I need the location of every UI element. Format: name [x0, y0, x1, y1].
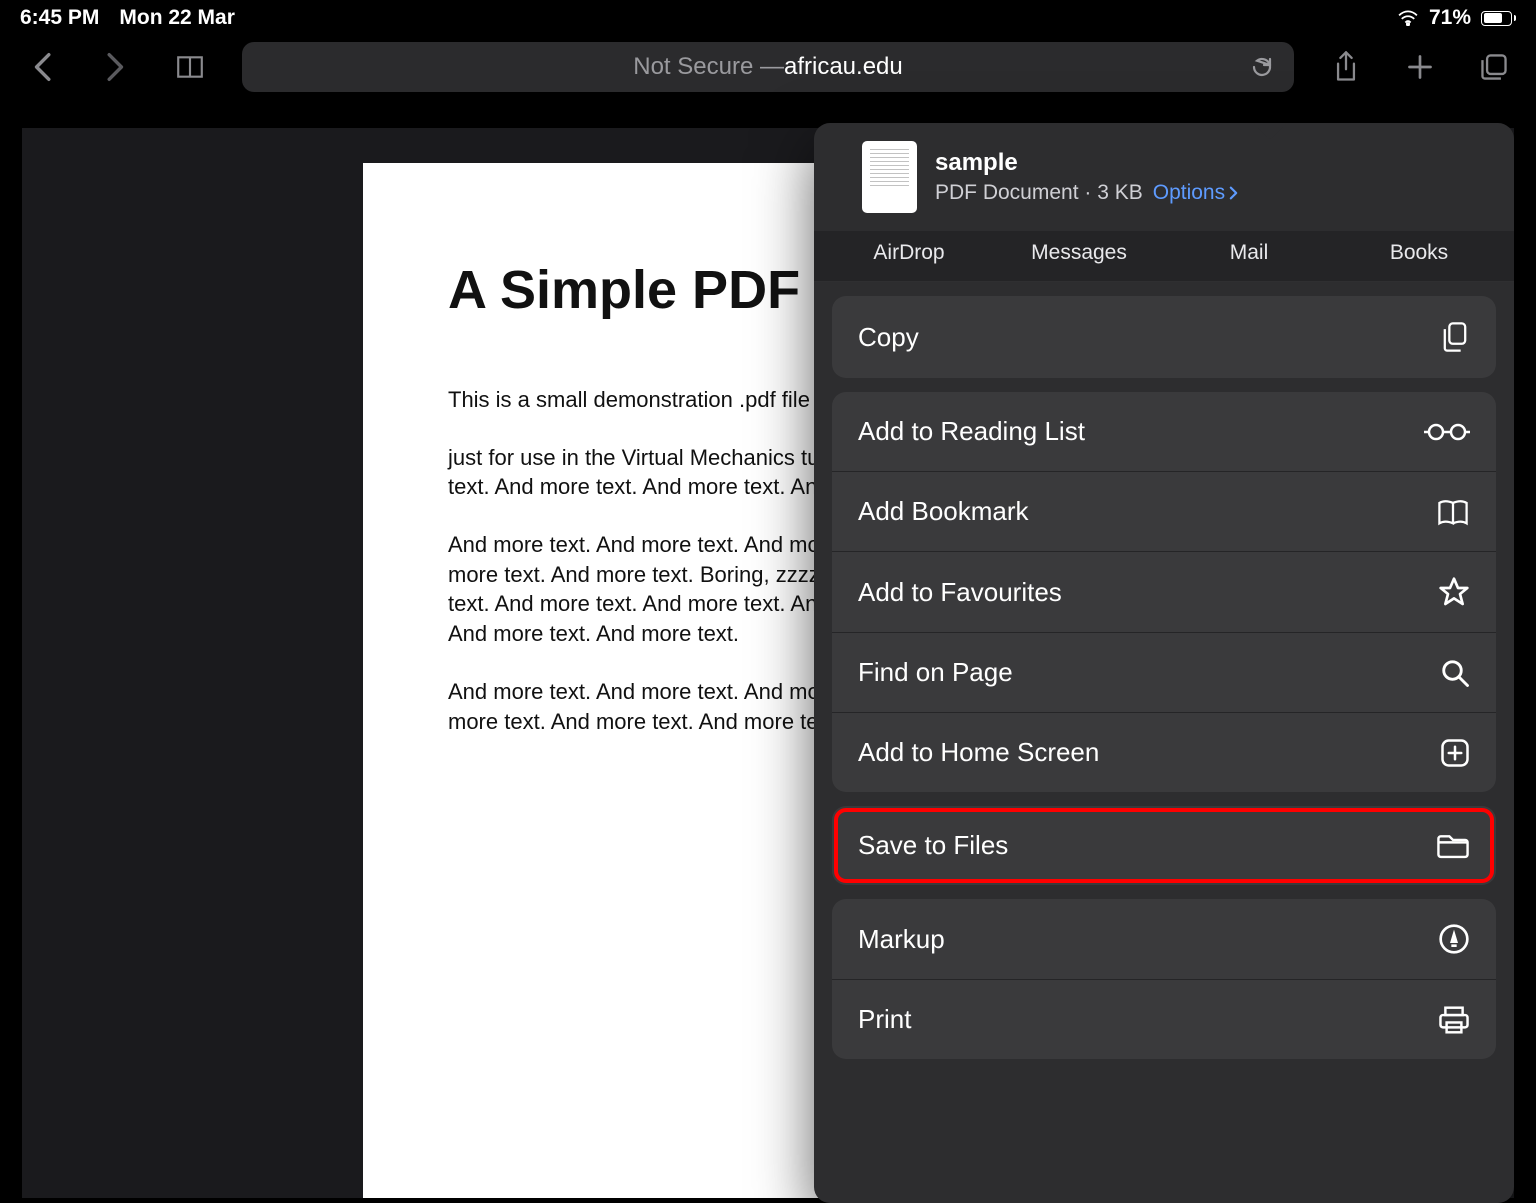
share-sheet: sample PDF Document · 3 KB Options AirDr… — [814, 123, 1514, 1203]
action-print[interactable]: Print — [832, 980, 1496, 1059]
status-time: 6:45 PM — [20, 6, 99, 30]
address-insecure: Not Secure — — [633, 53, 784, 81]
address-bar[interactable]: Not Secure — africau.edu — [242, 42, 1294, 92]
share-target-mail[interactable]: Mail — [1164, 241, 1334, 265]
status-date: Mon 22 Mar — [119, 6, 235, 30]
printer-icon — [1438, 1005, 1470, 1035]
file-thumbnail — [862, 141, 917, 213]
star-icon — [1438, 576, 1470, 608]
action-reading-list[interactable]: Add to Reading List — [832, 392, 1496, 472]
share-targets-row: AirDrop Messages Mail Books — [814, 231, 1514, 282]
back-button[interactable] — [20, 45, 64, 89]
share-options-button[interactable]: Options — [1153, 181, 1238, 205]
tabs-button[interactable] — [1472, 45, 1516, 89]
search-icon — [1440, 658, 1470, 688]
share-target-messages[interactable]: Messages — [994, 241, 1164, 265]
book-icon — [1436, 498, 1470, 526]
copy-icon — [1440, 320, 1470, 354]
wifi-icon — [1397, 10, 1419, 26]
forward-button[interactable] — [94, 45, 138, 89]
share-button[interactable] — [1324, 45, 1368, 89]
reload-icon[interactable] — [1250, 55, 1274, 79]
battery-icon — [1481, 11, 1516, 26]
action-add-bookmark[interactable]: Add Bookmark — [832, 472, 1496, 552]
share-target-airdrop[interactable]: AirDrop — [824, 241, 994, 265]
browser-toolbar: Not Secure — africau.edu — [0, 36, 1536, 110]
battery-pct: 71% — [1429, 6, 1471, 30]
action-add-favourites[interactable]: Add to Favourites — [832, 552, 1496, 633]
action-find-on-page[interactable]: Find on Page — [832, 633, 1496, 713]
bookmarks-button[interactable] — [168, 45, 212, 89]
share-file-name: sample — [935, 149, 1492, 177]
status-bar: 6:45 PM Mon 22 Mar 71% — [0, 0, 1536, 36]
plus-square-icon — [1440, 738, 1470, 768]
share-file-meta: PDF Document · 3 KB — [935, 181, 1143, 205]
action-markup[interactable]: Markup — [832, 899, 1496, 980]
glasses-icon — [1424, 422, 1470, 442]
action-copy[interactable]: Copy — [832, 296, 1496, 378]
new-tab-button[interactable] — [1398, 45, 1442, 89]
share-header: sample PDF Document · 3 KB Options — [814, 123, 1514, 231]
action-save-to-files[interactable]: Save to Files — [832, 806, 1496, 885]
folder-icon — [1436, 832, 1470, 860]
markup-icon — [1438, 923, 1470, 955]
action-add-home-screen[interactable]: Add to Home Screen — [832, 713, 1496, 792]
share-target-books[interactable]: Books — [1334, 241, 1504, 265]
address-host: africau.edu — [784, 53, 903, 81]
